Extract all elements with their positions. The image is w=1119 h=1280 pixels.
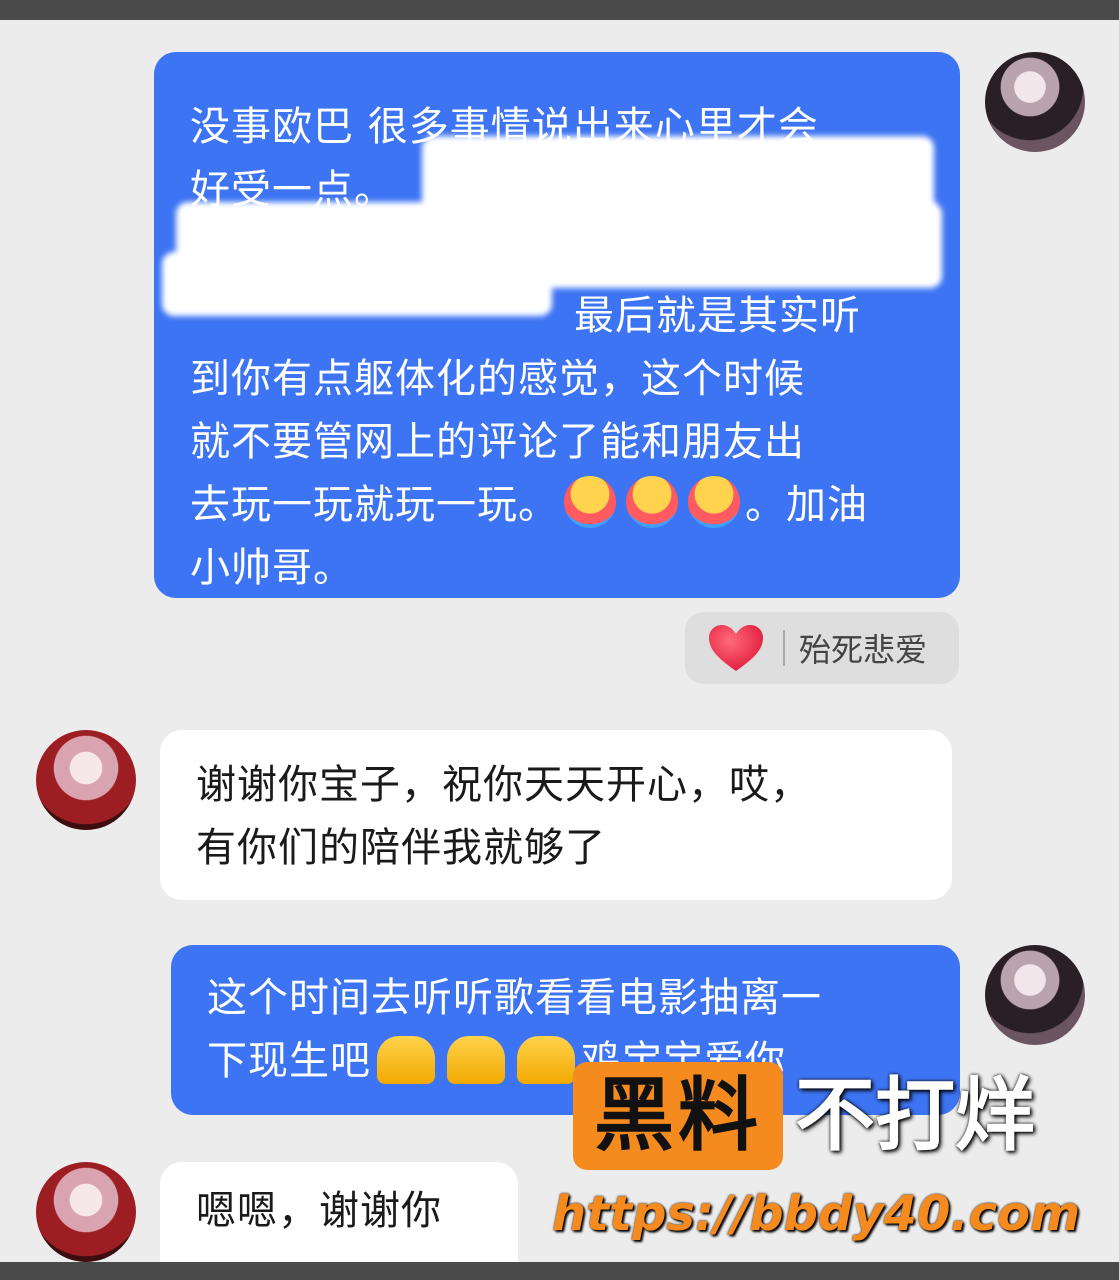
watermark-text: 不打烊 [795,1069,1035,1162]
message-text-line: 到你有点躯体化的感觉，这个时候 [190,356,805,402]
self-avatar[interactable] [985,52,1085,152]
hugging-face-emoji-icon [626,476,678,528]
heart-hands-emoji-icon [517,1036,575,1084]
hugging-face-emoji-icon [688,476,740,528]
message-text-line: 去玩一玩就玩一玩。 。加油 [190,474,960,537]
self-avatar[interactable] [985,945,1085,1045]
message-text-line: 这个时间去听听歌看看电影抽离一 [207,975,822,1021]
outgoing-message-bubble[interactable]: 没事欧巴 很多事情说出来心里才会 好受一点。 最后就是其实听 到你有点躯体化的感… [154,52,960,598]
message-text-line: 有你们的陪伴我就够了 [196,825,606,871]
watermark-badge: 黑料 [573,1062,783,1170]
heart-hands-emoji-icon [447,1036,505,1084]
message-text-line: 嗯嗯，谢谢你 [196,1188,442,1234]
redaction-block [162,252,552,316]
message-text-line: 小帅哥。 [190,545,354,591]
bottom-bar [0,1262,1119,1280]
watermark-url: https://bbdy40.com [552,1186,1081,1242]
reaction-divider [783,630,785,666]
incoming-message-bubble[interactable]: 嗯嗯，谢谢你 [160,1162,518,1262]
heart-hands-emoji-icon [377,1036,435,1084]
incoming-message-bubble[interactable]: 谢谢你宝子，祝你天天开心，哎， 有你们的陪伴我就够了 [160,730,952,900]
top-status-bar [0,0,1119,20]
reaction-user-name: 殆死悲爱 [799,631,928,669]
message-text-line: 谢谢你宝子，祝你天天开心，哎， [196,762,811,808]
contact-avatar[interactable] [36,730,136,830]
heart-icon [709,625,763,671]
contact-avatar[interactable] [36,1162,136,1262]
message-text-line: 就不要管网上的评论了能和朋友出 [190,419,805,465]
hugging-face-emoji-icon [564,476,616,528]
message-reaction[interactable]: 殆死悲爱 [685,612,959,684]
